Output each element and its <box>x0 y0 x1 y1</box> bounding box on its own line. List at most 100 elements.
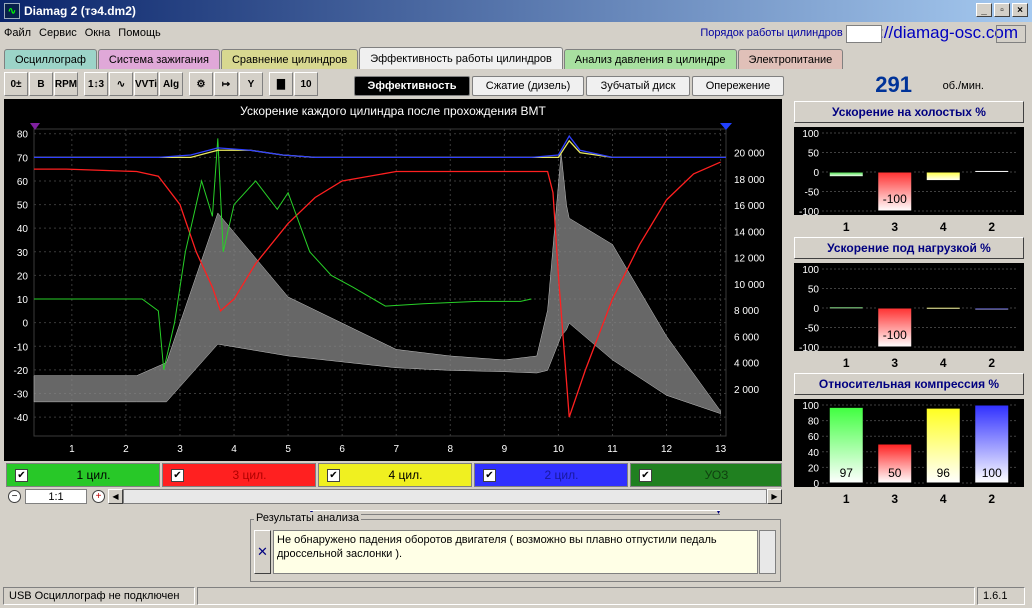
y-left-tick-1: 70 <box>17 153 29 164</box>
zoom-scroll-row: − 1:1 + ◀ ▶ <box>4 488 782 505</box>
channel-label-0: 1 цил. <box>76 468 111 482</box>
maximize-button[interactable]: ▫ <box>994 3 1010 17</box>
status-bar: USB Осциллограф не подключен 1.6.1 <box>0 586 1032 606</box>
close-results-icon[interactable]: ✕ <box>254 530 271 574</box>
channel-2[interactable]: ✔ 4 цил. <box>318 463 472 487</box>
menu-file[interactable]: Файл <box>4 27 31 39</box>
channel-0[interactable]: ✔ 1 цил. <box>6 463 160 487</box>
y-left-tick-6: 20 <box>17 271 29 282</box>
app-icon: ∿ <box>4 3 20 19</box>
close-button[interactable]: × <box>1012 3 1028 17</box>
main-chart-area[interactable]: Ускорение каждого цилиндра после прохожд… <box>4 99 782 461</box>
subtab-advance[interactable]: Опережение <box>692 76 784 96</box>
minimize-button[interactable]: _ <box>976 3 992 17</box>
cylinder-order-icon[interactable]: 1↕3 <box>84 72 108 96</box>
zoom-out-button[interactable]: − <box>8 490 21 503</box>
idle-accel-chart: 100 50 0 -50 -100 1 -100 3 4 2 <box>794 127 1024 241</box>
subtab-efficiency[interactable]: Эффективность <box>354 76 470 96</box>
y-right-tick-2: 16 000 <box>734 201 765 212</box>
window-title: Diamag 2 (тэ4.dm2) <box>24 4 136 18</box>
load-accel-chart: 100 50 0 -50 -100 1 -100 3 4 2 <box>794 263 1024 377</box>
channel-checkbox-4[interactable]: ✔ <box>639 468 652 482</box>
channel-checkbox-1[interactable]: ✔ <box>171 468 184 482</box>
compr-ytick-3: 40 <box>808 448 820 459</box>
channel-checkbox-3[interactable]: ✔ <box>483 468 496 482</box>
compr-ytick-1: 80 <box>808 417 820 428</box>
status-middle <box>197 587 975 605</box>
y-right-tick-3: 14 000 <box>734 227 765 238</box>
main-tabs: Осциллограф Система зажигания Сравнение ци… <box>4 47 844 69</box>
channel-3[interactable]: ✔ 2 цил. <box>474 463 628 487</box>
idle-ytick-0: 100 <box>802 129 819 140</box>
y-right-tick-8: 4 000 <box>734 359 759 370</box>
compr-ytick-0: 100 <box>802 401 819 412</box>
idle-cat-3: 3 <box>891 220 898 234</box>
order-value-field[interactable] <box>996 25 1026 43</box>
zoom-in-button[interactable]: + <box>92 490 105 503</box>
channel-label-3: 2 цил. <box>544 468 579 482</box>
scroll-left-button[interactable]: ◀ <box>108 489 123 504</box>
channel-checkbox-2[interactable]: ✔ <box>327 468 340 482</box>
tab-4[interactable]: Анализ давления в цилиндре <box>563 49 737 69</box>
tab-2[interactable]: Сравнение цилиндров <box>220 49 359 69</box>
load-bar-4 <box>925 306 961 310</box>
x-tick-4: 5 <box>285 444 291 455</box>
counter-icon[interactable]: ↦ <box>214 72 238 96</box>
results-scrollbar[interactable] <box>759 530 776 574</box>
x-tick-12: 13 <box>715 444 727 455</box>
waveform-icon[interactable]: ∿ <box>109 72 133 96</box>
tab-3[interactable]: Эффективность работы цилиндров <box>359 47 563 69</box>
channel-checkbox-0[interactable]: ✔ <box>15 468 28 482</box>
channel-1[interactable]: ✔ 3 цил. <box>162 463 316 487</box>
compr-value-4: 96 <box>937 466 951 480</box>
subtab-gear-disk[interactable]: Зубчатый диск <box>586 76 690 96</box>
menu-help[interactable]: Помощь <box>118 27 161 39</box>
y-left-tick-8: 0 <box>22 319 28 330</box>
results-panel: Результаты анализа ✕ Не обнаружено паден… <box>250 512 781 582</box>
tab-1[interactable]: Система зажигания <box>97 49 220 69</box>
compression-panel: Относительная компрессия % 100 80 60 40 20 0 9… <box>794 373 1024 513</box>
idle-ytick-4: -100 <box>799 207 819 218</box>
scale-icon[interactable]: 10 <box>294 72 318 96</box>
bar-chart-icon[interactable]: ▇ <box>269 72 293 96</box>
tab-5[interactable]: Электропитание <box>737 49 844 69</box>
vvti-icon[interactable]: VVTi <box>134 72 158 96</box>
toolbar: 0± B RPM 1↕3 ∿ VVTi Alg ⚙ ↦ Y ▇ 10 <box>4 71 319 97</box>
rpm-icon[interactable]: RPM <box>54 72 78 96</box>
rpm-envelope <box>33 152 721 415</box>
menu-service[interactable]: Сервис <box>39 27 77 39</box>
y-left-tick-9: -10 <box>14 342 29 353</box>
y-left-tick-5: 30 <box>17 248 29 259</box>
algorithm-icon[interactable]: Alg <box>159 72 183 96</box>
firing-order-field[interactable] <box>846 25 883 43</box>
idle-ytick-1: 50 <box>808 149 820 160</box>
horizontal-scrollbar[interactable] <box>123 489 767 504</box>
idle-accel-panel: Ускорение на холостых % 100 50 0 -50 -100 1 -1… <box>794 101 1024 241</box>
x-tick-1: 2 <box>123 444 129 455</box>
scroll-right-button[interactable]: ▶ <box>767 489 782 504</box>
menu-windows[interactable]: Окна <box>85 27 111 39</box>
x-tick-9: 10 <box>553 444 565 455</box>
bold-icon[interactable]: B <box>29 72 53 96</box>
x-tick-5: 6 <box>339 444 345 455</box>
load-accel-panel: Ускорение под нагрузкой % 100 50 0 -50 -100 1… <box>794 237 1024 377</box>
compr-ytick-2: 60 <box>808 432 820 443</box>
firing-order-label: Порядок работы цилиндров <box>700 27 843 39</box>
channel-4[interactable]: ✔ УОЗ <box>630 463 782 487</box>
subtab-compression[interactable]: Сжатие (дизель) <box>472 76 584 96</box>
x-tick-2: 3 <box>177 444 183 455</box>
y-right-tick-9: 2 000 <box>734 385 759 396</box>
status-version: 1.6.1 <box>977 587 1025 605</box>
filter-icon[interactable]: Y <box>239 72 263 96</box>
load-ytick-0: 100 <box>802 265 819 276</box>
injector-icon[interactable]: ⚙ <box>189 72 213 96</box>
load-cat-4: 4 <box>940 356 947 370</box>
idle-bar-1 <box>828 171 864 178</box>
y-right-tick-5: 10 000 <box>734 280 765 291</box>
load-ytick-4: -100 <box>799 343 819 354</box>
results-title: Результаты анализа <box>254 512 362 524</box>
tab-0[interactable]: Осциллограф <box>4 49 97 69</box>
idle-accel-title: Ускорение на холостых % <box>794 101 1024 123</box>
splitter-handle[interactable]: ▾▾ <box>310 510 720 516</box>
settings-step-icon[interactable]: 0± <box>4 72 28 96</box>
